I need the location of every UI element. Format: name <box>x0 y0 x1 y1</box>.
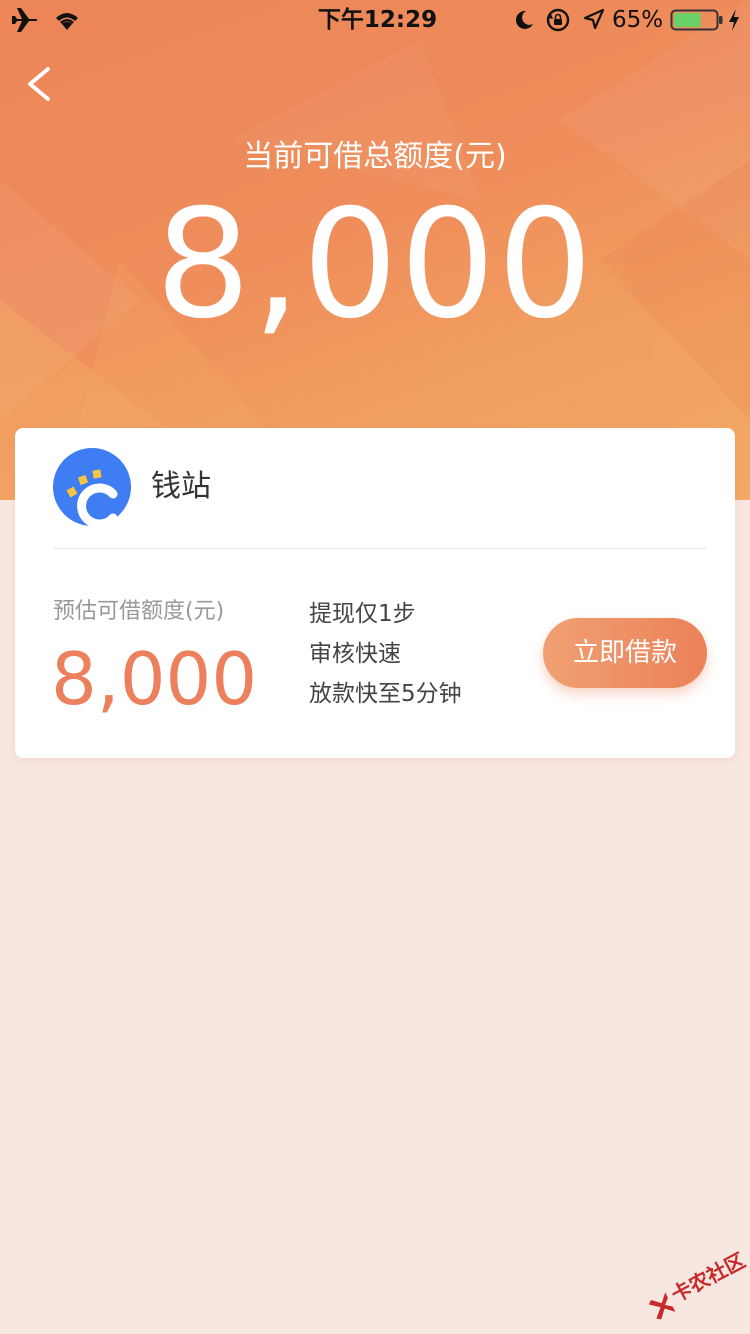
battery-icon <box>670 9 723 31</box>
hero-header: 下午12:29 65% 当前可借总额度(元) 8,000 <box>0 0 750 500</box>
status-bar: 下午12:29 65% <box>0 0 750 40</box>
total-limit-amount: 8,000 <box>155 178 595 352</box>
estimated-limit-label: 预估可借额度(元) <box>53 599 225 624</box>
chevron-left-icon <box>28 67 50 101</box>
back-button[interactable] <box>16 60 60 108</box>
status-time: 下午12:29 <box>317 7 438 33</box>
feature-item: 放款快至5分钟 <box>309 681 462 707</box>
total-limit-label: 当前可借总额度(元) <box>243 139 507 174</box>
feature-item: 提现仅1步 <box>309 601 416 627</box>
wifi-icon <box>56 13 78 30</box>
loan-product-card: 钱站 预估可借额度(元) 8,000 提现仅1步 审核快速 放款快至5分钟 立即… <box>15 428 735 758</box>
estimated-limit-value: 8,000 <box>51 637 258 721</box>
do-not-disturb-moon-icon <box>515 10 533 29</box>
location-arrow-icon <box>583 8 605 30</box>
watermark-text: 卡农社区 <box>667 1248 750 1307</box>
product-name: 钱站 <box>151 469 211 504</box>
qianzhan-logo-icon <box>53 448 131 526</box>
airplane-mode-icon <box>12 8 38 32</box>
feature-list: 提现仅1步 审核快速 放款快至5分钟 <box>309 594 462 714</box>
borrow-now-button[interactable]: 立即借款 <box>543 618 707 688</box>
charging-bolt-icon <box>729 9 739 31</box>
battery-percentage: 65% <box>612 7 664 33</box>
rotation-lock-icon <box>546 8 570 32</box>
feature-item: 审核快速 <box>309 641 401 667</box>
watermark: 卡农社区 <box>637 1240 750 1329</box>
battery-fill <box>674 13 701 27</box>
card-divider <box>53 548 707 549</box>
